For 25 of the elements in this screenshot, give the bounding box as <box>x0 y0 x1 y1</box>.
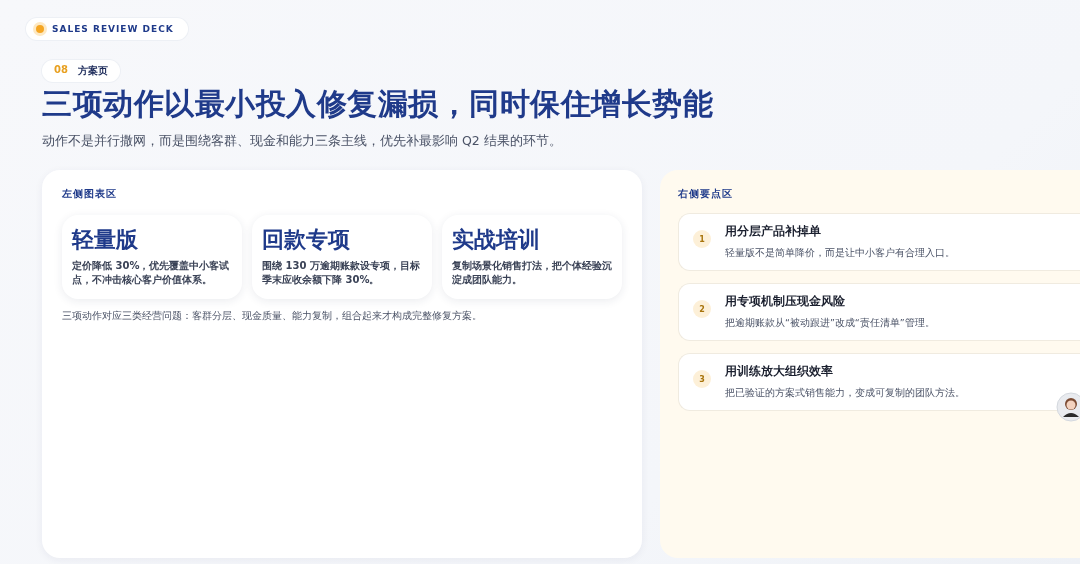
point-number: 1 <box>693 230 711 248</box>
panel-heading: 左侧图表区 <box>62 188 118 201</box>
point-title: 用训练放大组织效率 <box>725 364 834 379</box>
point-title: 用专项机制压现金风险 <box>725 294 846 309</box>
card-body: 围绕 130 万逾期账款设专项，目标季末应收余额下降 30%。 <box>262 259 421 287</box>
point-body: 轻量版不是简单降价，而是让中小客户有合理入口。 <box>725 247 955 260</box>
card-title: 轻量版 <box>72 226 139 254</box>
point-body: 把已验证的方案式销售能力，变成可复制的团队方法。 <box>725 387 965 400</box>
card-title: 回款专项 <box>262 226 351 254</box>
deck-label: SALES REVIEW DECK <box>52 24 174 34</box>
page-tag-label: 方案页 <box>77 64 108 78</box>
point-number: 3 <box>693 370 711 388</box>
point-title: 用分层产品补掉单 <box>725 224 822 239</box>
avatar-icon[interactable] <box>1056 392 1080 422</box>
page-subtitle: 动作不是并行撒网，而是围绕客群、现金和能力三条主线，优先补最影响 Q2 结果的环节。 <box>42 133 563 150</box>
card-body: 复制场景化销售打法，把个体经验沉淀成团队能力。 <box>452 259 612 287</box>
card-title: 实战培训 <box>452 226 541 254</box>
panel-heading: 右侧要点区 <box>678 188 734 201</box>
page-title: 三项动作以最小投入修复漏损，同时保住增长势能 <box>42 85 714 123</box>
point-number: 2 <box>693 300 711 318</box>
point-body: 把逾期账款从“被动跟进”改成“责任清单”管理。 <box>725 317 935 330</box>
dot-icon <box>36 25 44 33</box>
page-number: 08 <box>54 64 68 77</box>
panel-note: 三项动作对应三类经营问题：客群分层、现金质量、能力复制，组合起来才构成完整修复方案。 <box>62 309 483 323</box>
card-body: 定价降低 30%，优先覆盖中小客试点，不冲击核心客户价值体系。 <box>72 259 231 287</box>
